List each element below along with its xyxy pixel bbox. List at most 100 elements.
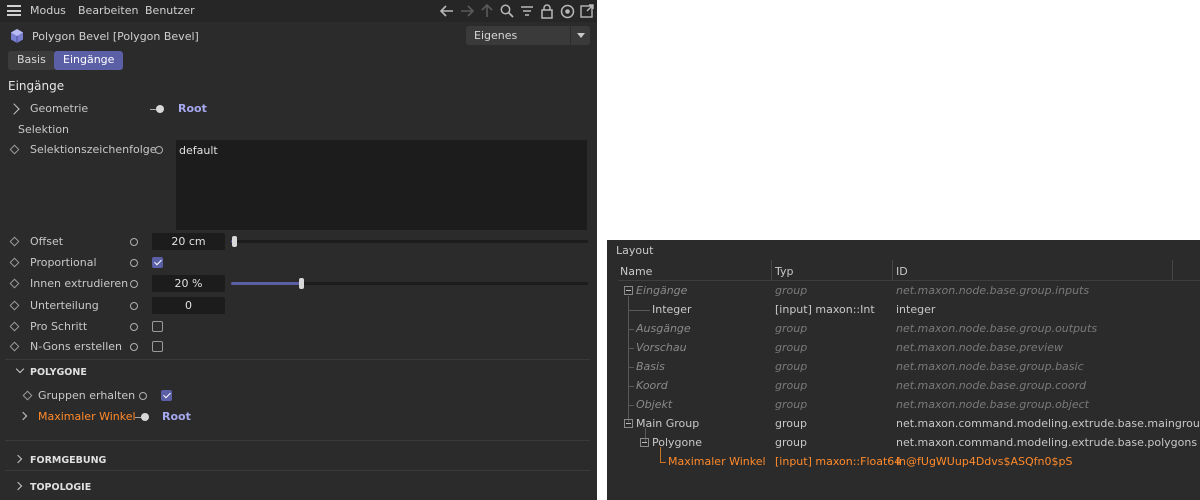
chevron-right-icon[interactable] bbox=[13, 454, 23, 464]
keyframe-diamond-icon[interactable] bbox=[22, 390, 33, 401]
offset-slider-knob[interactable] bbox=[232, 236, 237, 247]
column-separator[interactable] bbox=[1172, 260, 1173, 280]
chevron-down-icon[interactable] bbox=[570, 26, 590, 45]
forward-arrow-icon[interactable] bbox=[458, 2, 476, 20]
selektionszeichenfolge-label: Selektionszeichenfolge bbox=[30, 143, 157, 156]
group-formgebung-title: FORMGEBUNG bbox=[30, 455, 107, 466]
keyframe-diamond-icon[interactable] bbox=[9, 321, 20, 332]
port-circle-icon[interactable] bbox=[130, 302, 138, 310]
target-icon[interactable] bbox=[558, 2, 576, 20]
pro-schritt-checkbox[interactable] bbox=[152, 321, 163, 332]
keyframe-diamond-icon[interactable] bbox=[9, 341, 20, 352]
tree-row-typ: group bbox=[775, 284, 808, 297]
tab-basis[interactable]: Basis bbox=[8, 51, 55, 70]
tree-row-typ: group bbox=[775, 341, 808, 354]
tree-row[interactable]: Polygone group net.maxon.command.modelin… bbox=[607, 433, 1200, 452]
port-circle-icon[interactable] bbox=[130, 343, 138, 351]
port-linked-icon[interactable] bbox=[150, 105, 164, 113]
keyframe-diamond-icon[interactable] bbox=[9, 236, 20, 247]
object-title: Polygon Bevel [Polygon Bevel] bbox=[32, 30, 199, 43]
tree-row[interactable]: Eingänge group net.maxon.node.base.group… bbox=[607, 281, 1200, 300]
port-circle-icon[interactable] bbox=[155, 146, 163, 154]
tree-row-typ: group bbox=[775, 322, 808, 335]
chevron-right-icon[interactable] bbox=[18, 411, 28, 421]
collapse-icon[interactable] bbox=[624, 419, 633, 428]
offset-input[interactable]: 20 cm bbox=[152, 233, 225, 250]
chevron-right-icon[interactable] bbox=[8, 103, 20, 115]
keyframe-diamond-icon[interactable] bbox=[9, 300, 20, 311]
group-topologie-title: TOPOLOGIE bbox=[30, 482, 92, 493]
tree-row-id: net.maxon.node.base.group.coord bbox=[896, 379, 1087, 392]
n-gons-checkbox[interactable] bbox=[152, 341, 163, 352]
tree-row[interactable]: Main Group group net.maxon.command.model… bbox=[607, 414, 1200, 433]
column-header-typ[interactable]: Typ bbox=[775, 265, 794, 278]
port-circle-icon[interactable] bbox=[130, 238, 138, 246]
menu-modus[interactable]: Modus bbox=[30, 4, 66, 17]
collapse-icon[interactable] bbox=[640, 438, 649, 447]
tree-row-name: Maximaler Winkel bbox=[668, 455, 766, 468]
unterteilung-label: Unterteilung bbox=[30, 299, 99, 312]
port-circle-icon[interactable] bbox=[130, 259, 138, 267]
hamburger-menu-icon[interactable] bbox=[7, 5, 21, 16]
tree-row-selected[interactable]: Maximaler Winkel [input] maxon::Float64 … bbox=[607, 452, 1200, 471]
collapse-icon[interactable] bbox=[624, 286, 633, 295]
back-arrow-icon[interactable] bbox=[438, 2, 456, 20]
mode-dropdown[interactable]: Eigenes bbox=[466, 26, 590, 45]
group-polygone-header[interactable]: POLYGONE bbox=[0, 362, 597, 382]
chevron-right-icon[interactable] bbox=[13, 481, 23, 491]
tree-row-name: Main Group bbox=[636, 417, 700, 430]
filter-icon[interactable] bbox=[518, 2, 536, 20]
geometrie-label: Geometrie bbox=[30, 102, 89, 115]
tree-header: Name Typ ID bbox=[618, 262, 1200, 281]
tree-row-id: net.maxon.node.base.group.object bbox=[896, 398, 1089, 411]
group-formgebung-header[interactable]: FORMGEBUNG bbox=[0, 450, 597, 470]
chevron-down-icon[interactable] bbox=[15, 364, 25, 374]
gruppen-erhalten-checkbox[interactable] bbox=[161, 390, 172, 401]
column-separator[interactable] bbox=[892, 260, 893, 280]
port-linked-icon[interactable] bbox=[135, 413, 149, 421]
selektionszeichenfolge-input[interactable]: default bbox=[176, 140, 587, 230]
tree-row[interactable]: Integer [input] maxon::Int integer bbox=[607, 300, 1200, 319]
lock-icon[interactable] bbox=[538, 2, 556, 20]
column-separator[interactable] bbox=[771, 260, 772, 280]
attr-offset: Offset 20 cm bbox=[0, 232, 597, 252]
keyframe-diamond-icon[interactable] bbox=[9, 144, 20, 155]
tree-row-id: net.maxon.node.base.group.inputs bbox=[896, 284, 1090, 297]
tree-row-id: net.maxon.node.base.group.basic bbox=[896, 360, 1084, 373]
group-topologie-header[interactable]: TOPOLOGIE bbox=[0, 477, 597, 497]
keyframe-diamond-icon[interactable] bbox=[9, 257, 20, 268]
tree-row-name: Koord bbox=[636, 379, 668, 392]
proportional-checkbox[interactable] bbox=[152, 257, 163, 268]
selektion-heading: Selektion bbox=[18, 123, 70, 136]
attribute-manager: Modus Bearbeiten Benutzer Polygon Bevel … bbox=[0, 0, 597, 500]
tab-eingaenge[interactable]: Eingänge bbox=[54, 51, 124, 70]
tree-row-typ: [input] maxon::Float64 bbox=[775, 455, 902, 468]
innen-extrudieren-slider-fill bbox=[231, 282, 302, 285]
up-arrow-icon[interactable] bbox=[478, 2, 496, 20]
divider bbox=[5, 440, 590, 441]
port-circle-icon[interactable] bbox=[139, 392, 147, 400]
tree-row[interactable]: Ausgänge group net.maxon.node.base.group… bbox=[607, 319, 1200, 338]
menu-bearbeiten[interactable]: Bearbeiten bbox=[78, 4, 138, 17]
search-icon[interactable] bbox=[498, 2, 516, 20]
unterteilung-input[interactable]: 0 bbox=[152, 297, 225, 314]
offset-slider[interactable] bbox=[231, 240, 588, 243]
geometrie-link-value[interactable]: Root bbox=[178, 102, 207, 115]
menu-benutzer[interactable]: Benutzer bbox=[145, 4, 195, 17]
port-circle-icon[interactable] bbox=[130, 323, 138, 331]
innen-extrudieren-slider-knob[interactable] bbox=[299, 278, 304, 289]
keyframe-diamond-icon[interactable] bbox=[9, 278, 20, 289]
column-header-id[interactable]: ID bbox=[896, 265, 908, 278]
attr-innen-extrudieren: Innen extrudieren 20 % bbox=[0, 274, 597, 294]
column-header-name[interactable]: Name bbox=[620, 265, 652, 278]
tree-row-typ: group bbox=[775, 436, 807, 449]
port-circle-icon[interactable] bbox=[130, 280, 138, 288]
innen-extrudieren-input[interactable]: 20 % bbox=[152, 275, 225, 292]
tree-row-id: net.maxon.command.modeling.extrude.base.… bbox=[896, 417, 1200, 430]
maximaler-winkel-link-value[interactable]: Root bbox=[162, 410, 191, 423]
tree-row[interactable]: Koord group net.maxon.node.base.group.co… bbox=[607, 376, 1200, 395]
tree-row[interactable]: Vorschau group net.maxon.node.base.previ… bbox=[607, 338, 1200, 357]
tree-row[interactable]: Objekt group net.maxon.node.base.group.o… bbox=[607, 395, 1200, 414]
tree-row[interactable]: Basis group net.maxon.node.base.group.ba… bbox=[607, 357, 1200, 376]
new-window-icon[interactable] bbox=[578, 2, 596, 20]
